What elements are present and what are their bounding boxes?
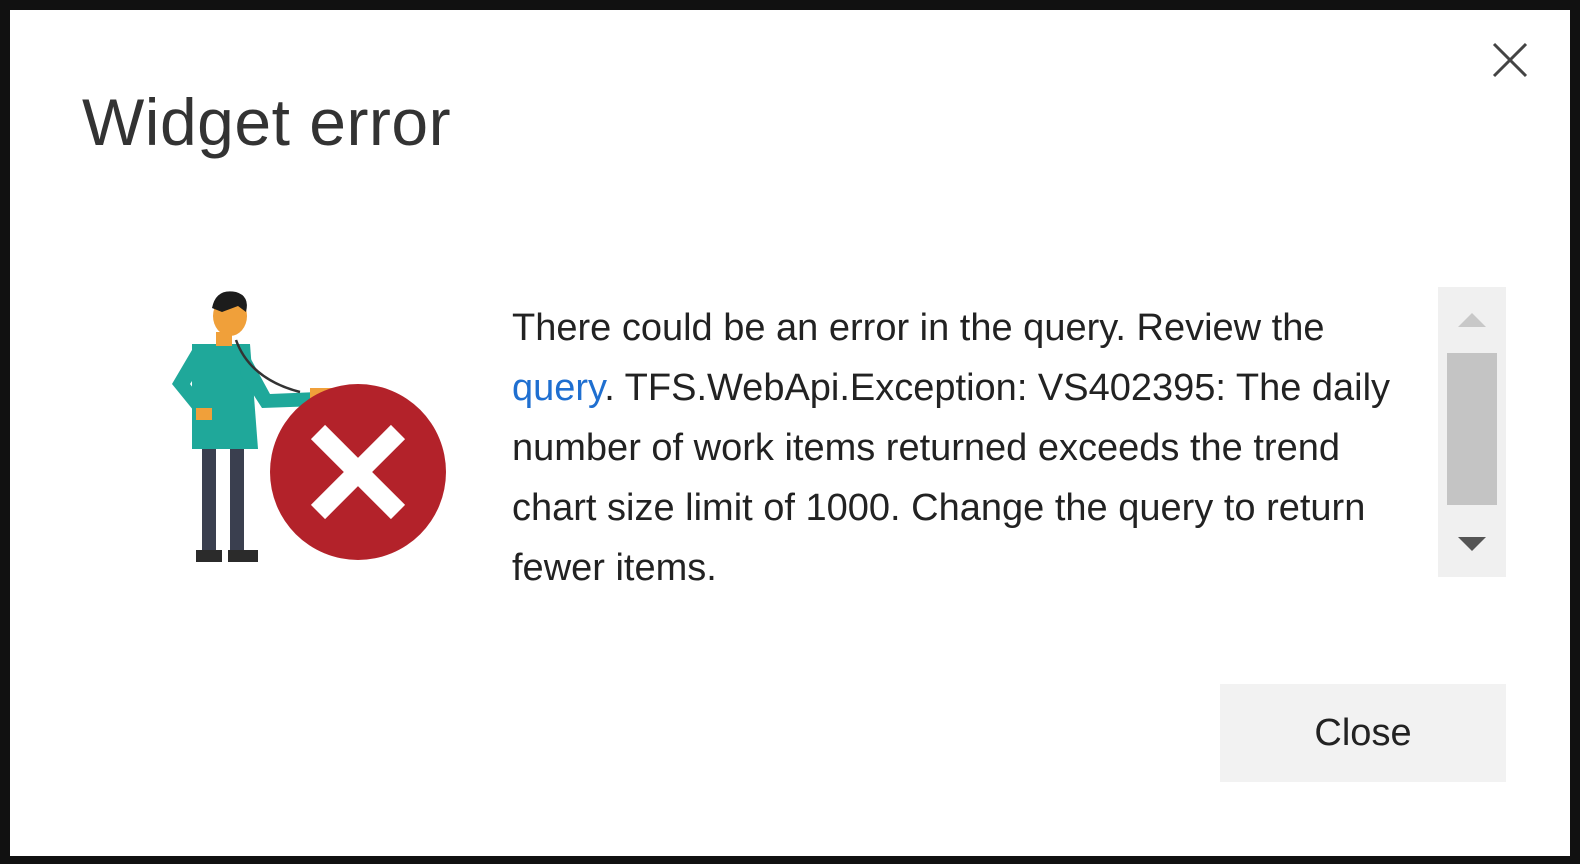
error-message: There could be an error in the query. Re… — [512, 296, 1407, 586]
dialog-title: Widget error — [82, 85, 452, 159]
scroll-down-arrow-icon[interactable] — [1438, 521, 1506, 565]
close-button[interactable]: Close — [1220, 684, 1506, 782]
close-icon[interactable] — [1488, 38, 1532, 82]
error-message-area: There could be an error in the query. Re… — [512, 296, 1407, 586]
widget-error-dialog: Widget error There could be an error in … — [10, 10, 1570, 856]
error-message-text-start: There could be an error in the query. Re… — [512, 307, 1325, 349]
query-link[interactable]: query — [512, 367, 604, 409]
message-scrollbar[interactable] — [1438, 287, 1506, 577]
doctor-error-illustration — [150, 284, 450, 574]
error-message-text-end: . TFS.WebApi.Exception: VS402395: The da… — [512, 367, 1391, 586]
scroll-thumb[interactable] — [1447, 353, 1497, 505]
scroll-up-arrow-icon[interactable] — [1438, 299, 1506, 343]
